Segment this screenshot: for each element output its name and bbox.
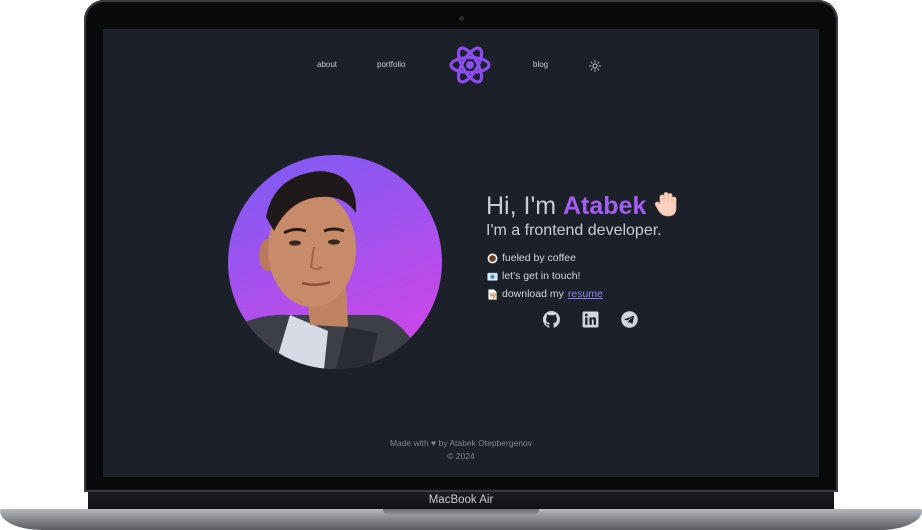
laptop-hinge-notch	[383, 509, 539, 516]
profile-photo	[228, 155, 442, 369]
info-contact-text[interactable]: let's get in touch!	[502, 270, 580, 282]
envelope-icon	[487, 272, 498, 281]
sun-icon[interactable]	[589, 60, 601, 72]
coffee-icon	[487, 253, 498, 263]
nav-link-about[interactable]: about	[317, 60, 337, 69]
waving-hand-icon	[655, 192, 677, 217]
nav-link-portfolio[interactable]: portfolio	[377, 60, 405, 69]
info-coffee: fueled by coffee	[487, 252, 576, 264]
atom-icon[interactable]	[449, 44, 491, 86]
info-resume-text: download my	[502, 288, 564, 300]
person-portrait	[228, 171, 428, 369]
info-coffee-text: fueled by coffee	[502, 252, 576, 264]
hero-subtitle: I'm a frontend developer.	[486, 222, 662, 239]
laptop-screen: about portfolio blog Hi, I'm Atabek I'm …	[103, 29, 819, 477]
resume-link[interactable]: resume	[568, 288, 603, 300]
footer-credit: Made with ♥ by Atabek Otepbergenov	[389, 438, 533, 448]
telegram-icon[interactable]	[621, 311, 638, 328]
greeting-prefix: Hi, I'm	[486, 192, 557, 220]
document-icon	[488, 288, 498, 300]
info-contact[interactable]: let's get in touch!	[487, 270, 580, 282]
info-resume: download my resume	[487, 288, 603, 300]
device-model-label: MacBook Air	[428, 494, 494, 506]
nav-link-blog[interactable]: blog	[533, 60, 548, 69]
hero-heading: Hi, I'm Atabek	[486, 191, 679, 221]
linkedin-icon[interactable]	[582, 311, 599, 328]
footer-copyright: © 2024	[447, 451, 475, 461]
author-name: Atabek	[563, 192, 647, 220]
github-icon[interactable]	[543, 311, 560, 328]
webcam	[459, 16, 464, 21]
